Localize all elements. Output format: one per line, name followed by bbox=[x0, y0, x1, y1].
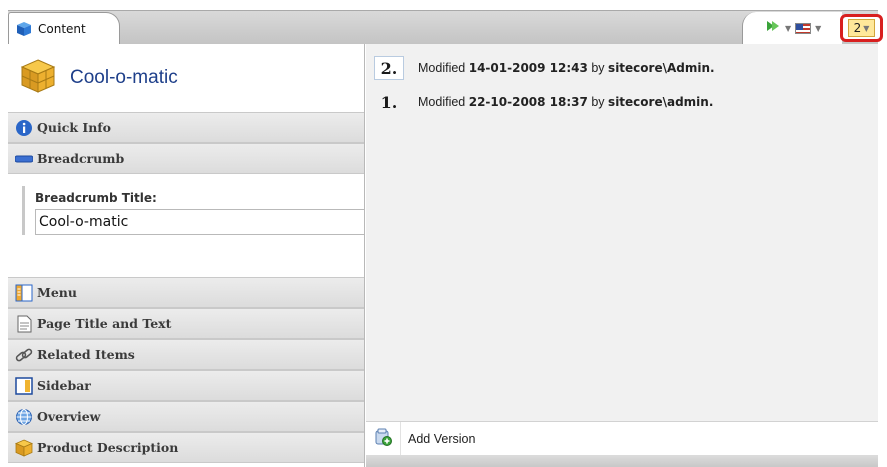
section-label: Breadcrumb bbox=[37, 151, 125, 166]
cube-icon bbox=[15, 439, 33, 457]
breadcrumb-title-label: Breadcrumb Title: bbox=[35, 191, 157, 205]
item-header: Cool-o-matic bbox=[8, 44, 364, 112]
green-arrow-icon[interactable] bbox=[765, 18, 781, 38]
version-user: sitecore\Admin. bbox=[608, 61, 715, 75]
versions-panel: 2. Modified 14-01-2009 12:43 by sitecore… bbox=[366, 44, 878, 467]
section-quick-info[interactable]: Quick Info bbox=[8, 112, 364, 143]
section-label: Menu bbox=[37, 285, 77, 300]
section-page-title-and-text[interactable]: Page Title and Text bbox=[8, 308, 364, 339]
version-user: sitecore\admin. bbox=[608, 95, 714, 109]
menu-icon bbox=[15, 284, 33, 302]
version-description: Modified 22-10-2008 18:37 by sitecore\ad… bbox=[418, 95, 713, 109]
version-by: by bbox=[591, 61, 605, 75]
breadcrumb-title-field: Breadcrumb Title: bbox=[22, 186, 364, 235]
version-description: Modified 14-01-2009 12:43 by sitecore\Ad… bbox=[418, 61, 715, 75]
language-toolbar: ▼ ▼ bbox=[742, 12, 842, 44]
version-date: 22-10-2008 18:37 bbox=[468, 95, 588, 109]
tab-label: Content bbox=[38, 21, 86, 36]
sidebar-icon bbox=[15, 376, 33, 395]
version-selector-highlight: 2 ▼ bbox=[840, 14, 883, 42]
section-product-description[interactable]: Product Description bbox=[8, 432, 364, 463]
document-icon bbox=[15, 315, 33, 333]
section-label: Quick Info bbox=[37, 120, 111, 135]
bottom-strip bbox=[366, 455, 878, 467]
add-version-button[interactable]: Add Version bbox=[408, 432, 475, 446]
section-breadcrumb[interactable]: Breadcrumb bbox=[8, 143, 364, 174]
version-number[interactable]: 1. bbox=[374, 90, 404, 114]
chevron-down-icon[interactable]: ▼ bbox=[815, 24, 821, 33]
section-related-items[interactable]: Related Items bbox=[8, 339, 364, 370]
chevron-down-icon: ▼ bbox=[863, 23, 870, 33]
section-label: Product Description bbox=[37, 440, 179, 455]
tab-content[interactable]: Content bbox=[8, 12, 120, 44]
section-sidebar[interactable]: Sidebar bbox=[8, 370, 364, 401]
us-flag-icon[interactable] bbox=[795, 22, 812, 34]
breadcrumb-icon bbox=[14, 150, 34, 168]
section-label: Page Title and Text bbox=[37, 316, 172, 331]
version-number[interactable]: 2. bbox=[374, 56, 404, 80]
breadcrumb-title-input[interactable] bbox=[35, 209, 364, 235]
section-label: Related Items bbox=[37, 347, 135, 362]
version-by: by bbox=[591, 95, 605, 109]
version-selector-button[interactable]: 2 ▼ bbox=[848, 19, 875, 37]
version-row[interactable]: 2. Modified 14-01-2009 12:43 by sitecore… bbox=[374, 54, 715, 82]
chevron-down-icon[interactable]: ▼ bbox=[785, 24, 791, 33]
section-menu[interactable]: Menu bbox=[8, 277, 364, 308]
globe-icon bbox=[15, 408, 33, 426]
add-version-icon-button[interactable] bbox=[366, 422, 401, 455]
yellow-cube-icon bbox=[20, 58, 56, 98]
link-icon bbox=[15, 346, 33, 364]
content-editor-panel: Cool-o-matic Quick Info Breadcrumb Bread… bbox=[8, 44, 365, 467]
add-version-icon bbox=[374, 428, 392, 450]
version-row[interactable]: 1. Modified 22-10-2008 18:37 by sitecore… bbox=[374, 88, 714, 116]
section-overview[interactable]: Overview bbox=[8, 401, 364, 432]
info-icon bbox=[15, 119, 33, 137]
section-label: Overview bbox=[37, 409, 101, 424]
version-selector-value: 2 bbox=[853, 21, 862, 35]
breadcrumb-section-body: Breadcrumb Title: bbox=[8, 174, 364, 277]
tab-strip: Content ▼ ▼ 2 ▼ bbox=[8, 10, 883, 44]
version-prefix: Modified bbox=[418, 61, 466, 75]
version-prefix: Modified bbox=[418, 95, 466, 109]
item-title: Cool-o-matic bbox=[70, 67, 178, 88]
content-cube-icon bbox=[16, 21, 32, 37]
version-date: 14-01-2009 12:43 bbox=[468, 61, 588, 75]
add-version-bar: Add Version bbox=[366, 421, 878, 455]
section-label: Sidebar bbox=[37, 378, 91, 393]
